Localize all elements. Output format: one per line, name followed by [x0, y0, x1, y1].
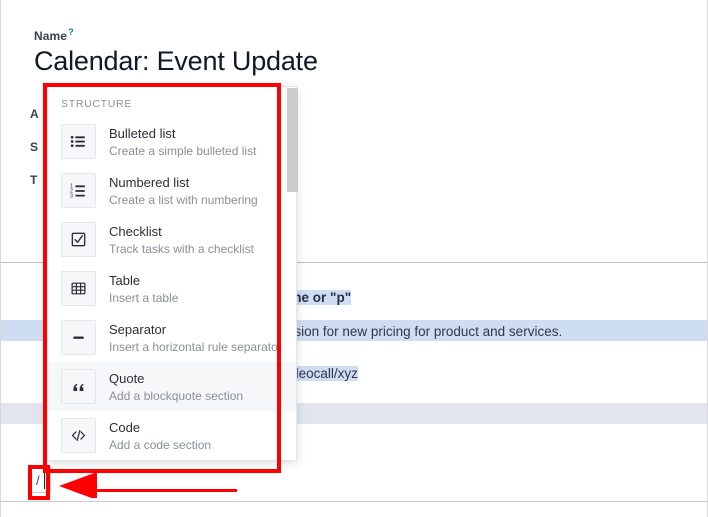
- powerbox-item-text: Checklist Track tasks with a checklist: [109, 223, 254, 257]
- powerbox-item-title: Bulleted list: [109, 125, 176, 141]
- powerbox-item-code[interactable]: Code Add a code section: [48, 411, 296, 460]
- powerbox-item-table[interactable]: Table Insert a table: [48, 264, 296, 313]
- name-field-label: Name?: [34, 27, 74, 43]
- applies-to-field-label: A: [30, 107, 39, 121]
- separator-icon: [61, 320, 96, 355]
- powerbox-item-text: Numbered list Create a list with numberi…: [109, 174, 258, 208]
- powerbox-item-description: Track tasks with a checklist: [109, 241, 254, 256]
- powerbox-item-title: Table: [109, 272, 141, 288]
- page-title: Calendar: Event Update: [34, 46, 318, 76]
- subject-field-label: S: [30, 140, 39, 154]
- powerbox-section-header: STRUCTURE: [61, 98, 133, 110]
- powerbox-popover[interactable]: STRUCTURE Bulleted list Create a simple …: [47, 86, 297, 461]
- powerbox-item-title: Quote: [109, 370, 145, 386]
- bulleted-list-icon: [61, 124, 96, 159]
- powerbox-item-checklist[interactable]: Checklist Track tasks with a checklist: [48, 215, 296, 264]
- powerbox-item-text: Bulleted list Create a simple bulleted l…: [109, 125, 256, 159]
- powerbox-item-title: Numbered list: [109, 174, 190, 190]
- svg-text:3: 3: [70, 194, 73, 199]
- powerbox-item-text: Table Insert a table: [109, 272, 178, 306]
- powerbox-item-list: Bulleted list Create a simple bulleted l…: [48, 117, 296, 460]
- checklist-icon: [61, 222, 96, 257]
- powerbox-item-text: Quote Add a blockquote section: [109, 370, 243, 404]
- powerbox-item-text: Separator Insert a horizontal rule separ…: [109, 321, 282, 355]
- quote-icon: [61, 369, 96, 404]
- powerbox-item-description: Add a blockquote section: [109, 388, 244, 403]
- powerbox-scrollbar-thumb[interactable]: [287, 88, 298, 192]
- slash-command-input[interactable]: /: [31, 467, 51, 493]
- powerbox-item-text: Code Add a code section: [109, 419, 211, 453]
- powerbox-item-title: Code: [109, 419, 141, 435]
- page-root: Name? Calendar: Event Update A S T nt up…: [0, 0, 708, 517]
- powerbox-item-description: Insert a horizontal rule separator: [109, 339, 282, 354]
- powerbox-item-bulleted-list[interactable]: Bulleted list Create a simple bulleted l…: [48, 117, 296, 166]
- to-field-label: T: [30, 173, 38, 187]
- powerbox-item-description: Add a code section: [109, 437, 212, 452]
- powerbox-item-description: Create a list with numbering: [109, 192, 258, 207]
- editor-bottom-divider: [1, 501, 707, 502]
- powerbox-item-numbered-list[interactable]: 1 2 3 Numbered list Create a list with n…: [48, 166, 296, 215]
- code-icon: [61, 418, 96, 453]
- powerbox-item-quote[interactable]: Quote Add a blockquote section: [48, 362, 296, 411]
- powerbox-item-description: Create a simple bulleted list: [109, 143, 257, 158]
- help-icon[interactable]: ?: [68, 27, 74, 37]
- powerbox-item-title: Separator: [109, 321, 167, 337]
- powerbox-item-separator[interactable]: Separator Insert a horizontal rule separ…: [48, 313, 296, 362]
- text-caret: [44, 472, 45, 489]
- powerbox-item-title: Checklist: [109, 223, 162, 239]
- powerbox-item-description: Insert a table: [109, 290, 179, 305]
- numbered-list-icon: 1 2 3: [61, 173, 96, 208]
- slash-command-value: /: [36, 473, 40, 488]
- table-icon: [61, 271, 96, 306]
